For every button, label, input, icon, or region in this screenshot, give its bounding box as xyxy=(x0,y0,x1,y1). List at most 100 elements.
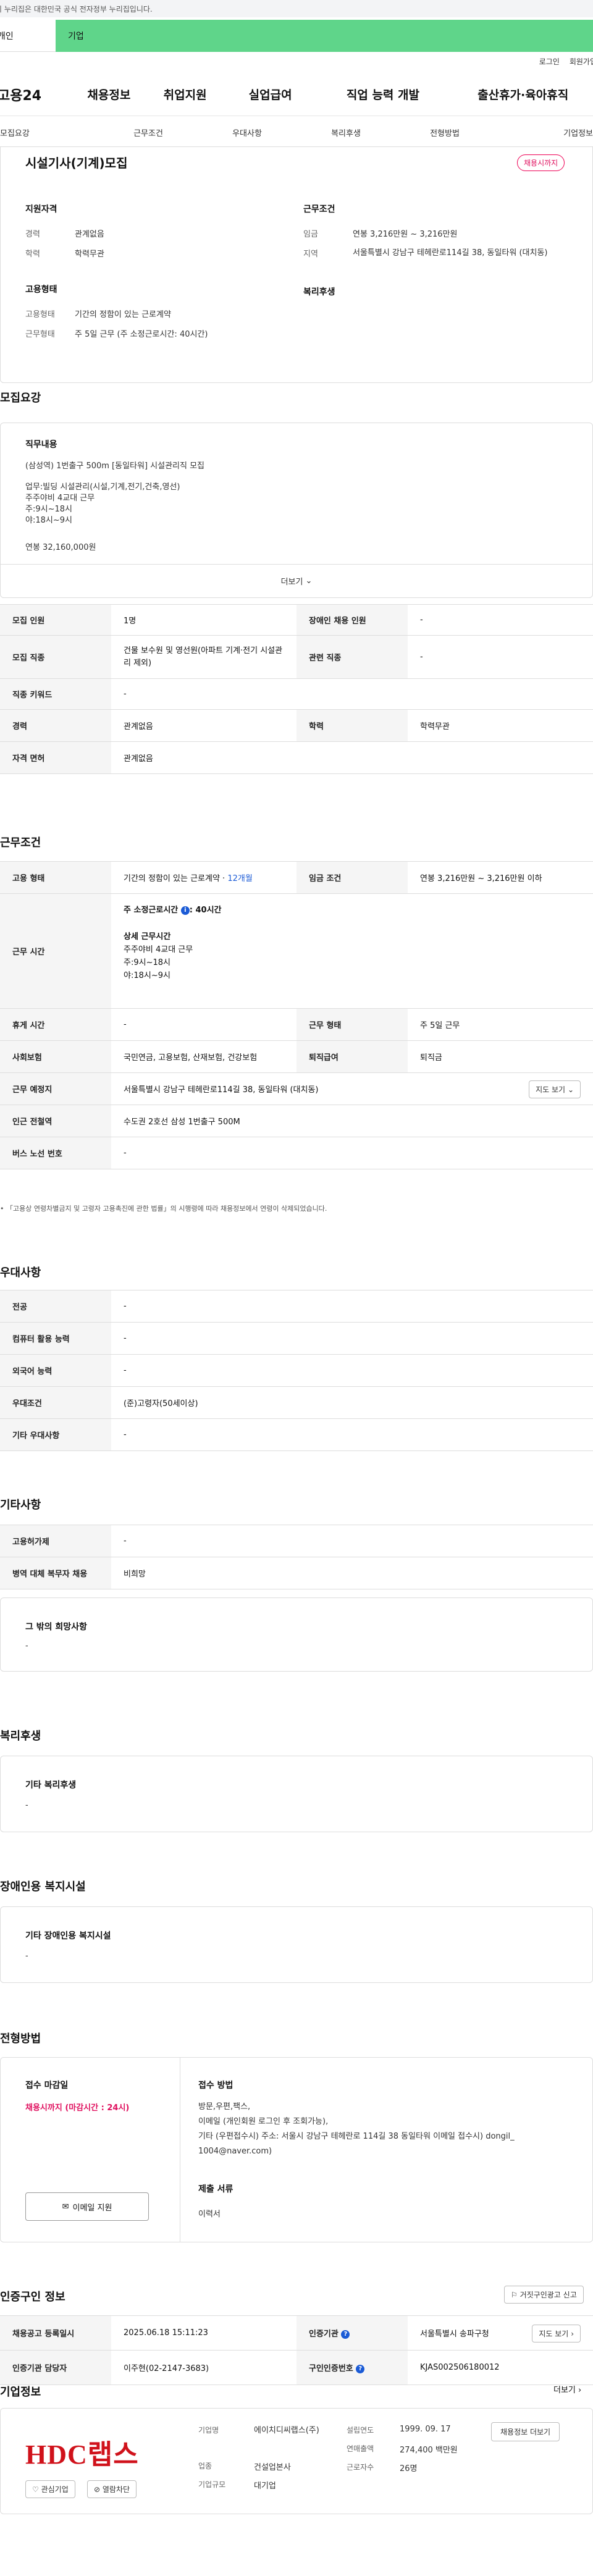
row-value: KJAS002506180012 xyxy=(408,2350,593,2385)
company-card: HDC랩스 ♡ 관심기업 ⊘ 열람차단 기업명 에이치디씨랩스(주) 업종 건설… xyxy=(0,2408,593,2514)
method-line: 1004@naver.com) xyxy=(198,2147,272,2156)
hours-heading-value: : 40시간 xyxy=(189,906,222,915)
subtab-conditions[interactable]: 근무조건 xyxy=(99,127,198,138)
employment-type-value: 기간의 정함이 있는 근로계약 xyxy=(75,310,171,319)
company-more-link[interactable]: 더보기 › xyxy=(553,2383,581,2395)
region-value: 서울특별시 강남구 테헤란로114길 38, 동일타워 (대치동) xyxy=(353,248,548,258)
chevron-down-icon: ⌄ xyxy=(567,1085,574,1094)
disability-box-heading: 기타 장애인용 복지시설 xyxy=(25,1931,111,1941)
subtab-selection[interactable]: 전형방법 xyxy=(395,127,494,138)
tab-corp-label: 기업 xyxy=(68,32,84,41)
map-button-label: 지도 보기 xyxy=(536,1085,566,1094)
subtab-recruit[interactable]: 모집요강 xyxy=(0,127,99,138)
duty-line: 야:18시~9시 xyxy=(25,516,72,525)
detail-hours-line: 야:18시~9시 xyxy=(124,971,170,980)
row-label: 인증기관 담당자 xyxy=(0,2350,111,2385)
row-value: 국민연금, 고용보험, 산재보험, 건강보험 xyxy=(111,1040,296,1073)
conditions-heading: 근무조건 xyxy=(303,204,335,214)
docs-heading: 제출 서류 xyxy=(198,2184,233,2194)
row-value: 학력무관 xyxy=(408,709,593,742)
row-label: 외국어 능력 xyxy=(0,1354,111,1387)
company-jobs-button[interactable]: 채용정보 더보기 xyxy=(491,2422,560,2441)
other-table: 고용허가제 - 병역 대체 복무자 채용 비희망 xyxy=(0,1525,593,1589)
block-icon: ⊘ xyxy=(94,2485,101,2494)
row-label: 컴퓨터 활용 능력 xyxy=(0,1322,111,1355)
row-label: 퇴직급여 xyxy=(296,1040,408,1073)
row-label: 관련 직종 xyxy=(296,635,408,679)
cert-num-label: 구인인증번호 xyxy=(309,2364,353,2373)
row-value: - xyxy=(111,1137,593,1169)
utility-links: 로그인 회원가입 xyxy=(0,52,593,70)
row-value: - xyxy=(408,635,593,679)
email-apply-label: 이메일 지원 xyxy=(72,2203,112,2213)
education-value: 학력무관 xyxy=(75,250,104,259)
row-value: 퇴직금 xyxy=(408,1040,593,1073)
row-value: - xyxy=(111,678,593,710)
favorite-company-button[interactable]: ♡ 관심기업 xyxy=(25,2480,75,2498)
nav-item-unemployment[interactable]: 실업급여 xyxy=(228,86,313,103)
row-value: - xyxy=(408,604,593,636)
deadline-value: 채용시까지 (마감시간 : 24시) xyxy=(25,2103,130,2113)
hours-heading: 주 소정근로시간 i: 40시간 xyxy=(124,904,581,917)
help-icon[interactable]: ? xyxy=(356,2364,365,2373)
employment-heading: 고용형태 xyxy=(25,285,57,295)
login-link[interactable]: 로그인 xyxy=(539,56,560,67)
report-fake-ad-button[interactable]: ⚐ 거짓구인광고 신고 xyxy=(504,2286,584,2304)
info-icon[interactable]: i xyxy=(180,906,190,915)
map-button[interactable]: 지도 보기 ⌄ xyxy=(529,1080,581,1098)
deadline-badge: 채용시까지 xyxy=(517,154,565,171)
job-title: 시설기사(기계)모집 xyxy=(25,156,128,170)
section-tabs: 모집요강 근무조건 우대사항 복리후생 전형방법 기업정보 xyxy=(0,119,593,147)
site-logo[interactable]: 고용24 xyxy=(0,85,75,104)
subtab-company[interactable]: 기업정보 xyxy=(494,127,593,138)
block-view-button[interactable]: ⊘ 열람차단 xyxy=(87,2480,137,2498)
employment-type-text: 기간의 정함이 있는 근로계약 · xyxy=(124,874,228,883)
method-line: 기타 (우편접수시) 주소: 서울시 강남구 테헤란로 114길 38 동일타워… xyxy=(198,2132,515,2141)
cert-map-label: 지도 보기 xyxy=(539,2330,569,2338)
favorite-label: 관심기업 xyxy=(41,2485,69,2494)
wage-value: 연봉 3,216만원 ~ 3,216만원 xyxy=(353,230,458,239)
age-note-text: 「고용상 연령차별금지 및 고령자 고용촉진에 관한 법률」의 시행령에 따라 … xyxy=(6,1205,327,1213)
cert-map-button[interactable]: 지도 보기 › xyxy=(532,2325,581,2342)
tab-person[interactable]: 개인 xyxy=(0,20,56,52)
subtab-welfare[interactable]: 복리후생 xyxy=(296,127,395,138)
nav-item-jobs[interactable]: 채용정보 xyxy=(75,86,142,103)
email-apply-button[interactable]: ✉ 이메일 지원 xyxy=(25,2192,149,2221)
help-icon[interactable]: ? xyxy=(341,2330,350,2339)
duty-heading: 직무내용 xyxy=(25,440,57,450)
cert-org-cell: 서울특별시 송파구청 지도 보기 › xyxy=(408,2315,593,2351)
subtab-preference[interactable]: 우대사항 xyxy=(198,127,296,138)
join-link[interactable]: 회원가입 xyxy=(570,56,593,67)
row-value: - xyxy=(111,1290,593,1323)
duty-line: 주:9시~18시 xyxy=(25,505,72,514)
welfare-heading: 복리후생 xyxy=(303,287,335,297)
qualification-heading: 지원자격 xyxy=(25,204,57,214)
tab-corp[interactable]: 기업 xyxy=(56,20,593,52)
row-value: - xyxy=(111,1354,593,1387)
wish-card: 그 밖의 희망사항 - xyxy=(0,1597,593,1672)
duty-more-button[interactable]: 더보기 ⌄ xyxy=(1,564,592,597)
cert-org-value: 서울특별시 송파구청 xyxy=(420,2330,489,2339)
recruit-section-title: 모집요강 xyxy=(0,392,41,405)
contract-months: 12개월 xyxy=(227,874,253,883)
detail-hours-line: 주주야비 4교대 근무 xyxy=(124,945,193,954)
method-line: 방문,우편,팩스, xyxy=(198,2102,251,2111)
size-value: 대기업 xyxy=(254,2481,276,2491)
preference-section-title: 우대사항 xyxy=(0,1266,41,1279)
nav-item-training[interactable]: 직업 능력 개발 xyxy=(313,86,453,103)
chevron-right-icon: › xyxy=(571,2330,574,2338)
employment-type-label: 고용형태 xyxy=(25,310,55,319)
work-place-value: 서울특별시 강남구 테헤란로114길 38, 동일타워 (대치동) xyxy=(124,1085,319,1095)
disability-card: 기타 장애인용 복지시설 - xyxy=(0,1906,593,1983)
company-name-value: 에이치디씨랩스(주) xyxy=(254,2426,319,2435)
row-label: 구인인증번호 ? xyxy=(296,2350,408,2385)
deadline-heading: 접수 마감일 xyxy=(25,2081,69,2090)
region-label: 지역 xyxy=(303,250,318,259)
nav-item-employment-support[interactable]: 취업지원 xyxy=(143,86,228,103)
row-label: 장애인 채용 인원 xyxy=(296,604,408,636)
education-label: 학력 xyxy=(25,250,40,259)
row-value: 건물 보수원 및 영선원(아파트 기계·전기 시설관리 제외) xyxy=(111,635,296,679)
row-value: - xyxy=(111,1322,593,1355)
row-label: 근무 예정지 xyxy=(0,1072,111,1105)
nav-item-leave[interactable]: 출산휴가·육아휴직 xyxy=(453,86,593,103)
